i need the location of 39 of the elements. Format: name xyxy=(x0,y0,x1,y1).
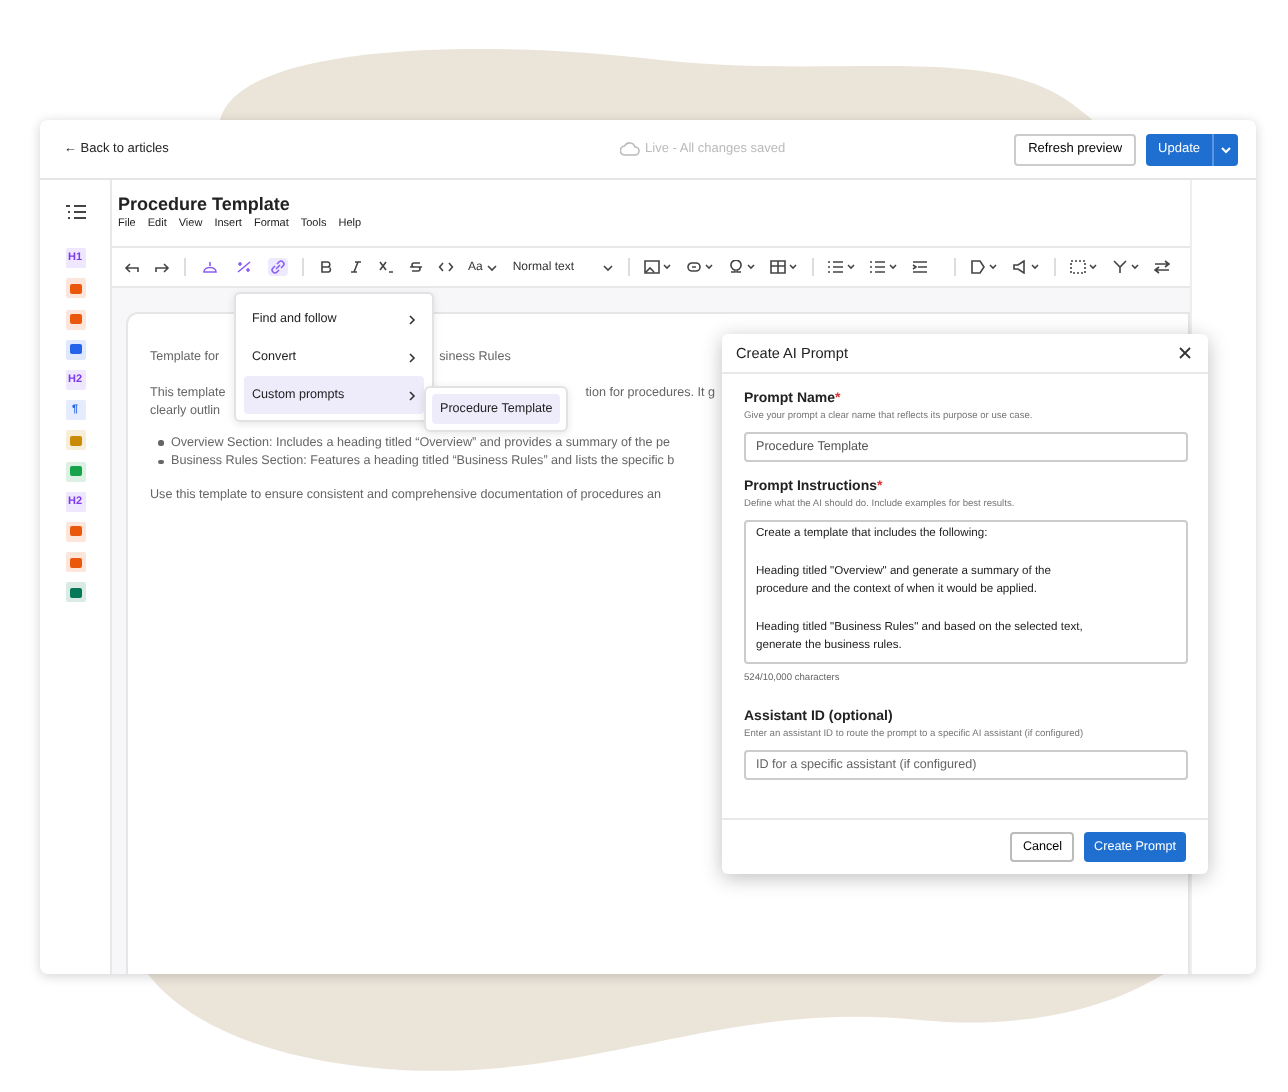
cloud-icon xyxy=(619,142,640,156)
caret-icon xyxy=(486,263,499,271)
redo-icon[interactable] xyxy=(154,260,170,274)
bullet-icon xyxy=(158,459,163,464)
block-marker-icon[interactable] xyxy=(65,461,85,481)
outline-icon[interactable] xyxy=(65,204,85,220)
caret-icon xyxy=(1220,145,1232,153)
block-marker-icon[interactable] xyxy=(65,309,85,330)
bullet-icon xyxy=(158,440,163,445)
omega-icon[interactable] xyxy=(728,260,757,274)
list-icon[interactable] xyxy=(828,260,857,274)
select-icon[interactable] xyxy=(1070,260,1099,274)
ai-tool-icon[interactable] xyxy=(234,258,254,276)
numlist-icon[interactable] xyxy=(870,260,899,274)
caret-icon xyxy=(602,263,615,271)
chevron-right-icon xyxy=(408,313,416,325)
undo-icon[interactable] xyxy=(124,260,140,274)
bold-icon[interactable] xyxy=(318,260,334,274)
block-marker-icon[interactable] xyxy=(65,582,85,603)
strike-icon[interactable] xyxy=(408,260,424,274)
link-icon[interactable] xyxy=(686,260,715,274)
megaphone-icon[interactable] xyxy=(1012,260,1041,274)
chevron-right-icon xyxy=(408,389,416,401)
chevron-right-icon xyxy=(408,351,416,363)
code-icon[interactable] xyxy=(438,260,454,274)
dropdown-button[interactable] xyxy=(1212,133,1238,165)
table-icon[interactable] xyxy=(770,260,799,274)
close-icon[interactable] xyxy=(1178,346,1192,360)
ai-tool-icon[interactable] xyxy=(268,258,288,276)
block-marker-icon[interactable] xyxy=(65,521,85,542)
italic-icon[interactable] xyxy=(348,260,364,274)
block-marker-icon[interactable] xyxy=(65,552,85,573)
ai-tool-icon[interactable] xyxy=(200,258,220,276)
block-marker-icon[interactable] xyxy=(65,339,85,360)
block-marker-icon[interactable] xyxy=(65,278,85,299)
sub-icon[interactable] xyxy=(378,260,394,274)
document-title: Procedure Template xyxy=(118,194,292,214)
image-icon[interactable] xyxy=(644,260,673,274)
block-marker-icon[interactable] xyxy=(65,430,85,451)
